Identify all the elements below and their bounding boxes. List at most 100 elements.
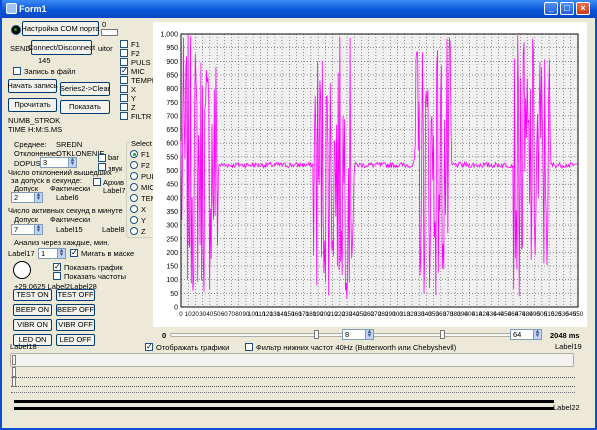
actual-label-1: Фактически — [50, 184, 91, 193]
zoom-right-spin[interactable]: 64 ▲ ▼ — [510, 329, 542, 340]
track-bar-1[interactable] — [10, 353, 574, 367]
filter-checkbox[interactable] — [245, 343, 253, 351]
minimize-button[interactable]: _ — [544, 2, 558, 15]
y-tick-label: 50 — [170, 291, 178, 298]
vibr-on-button[interactable]: VIBR ON — [13, 319, 52, 331]
spin-arrows-icon[interactable]: ▲ ▼ — [34, 224, 42, 234]
channel-puls-label: PULS — [131, 58, 151, 67]
count-label: 145 — [38, 56, 51, 65]
blink-checkbox[interactable]: ✓ — [70, 249, 78, 257]
close-button[interactable]: × — [576, 2, 590, 15]
bar-checkbox[interactable] — [98, 154, 106, 162]
spin-arrows-icon[interactable]: ▲ ▼ — [57, 248, 65, 258]
zoom-thumb-right[interactable] — [440, 330, 445, 339]
track-bar-2-thumb[interactable] — [12, 367, 16, 377]
channel-mic-checkbox[interactable]: ✓ — [120, 67, 128, 75]
channel-x-checkbox[interactable] — [120, 85, 128, 93]
show-graphs-checkbox[interactable]: ✓ — [145, 343, 153, 351]
show-freq-checkbox[interactable] — [53, 272, 61, 280]
dotted-divider — [11, 391, 575, 393]
select-z-radio[interactable] — [130, 227, 138, 235]
y-tick-label: 750 — [166, 100, 178, 107]
select-puls-radio[interactable] — [130, 172, 138, 180]
select-y-radio[interactable] — [130, 216, 138, 224]
show-graph-label: Показать график — [64, 263, 123, 272]
channel-z-checkbox[interactable] — [120, 103, 128, 111]
select-z-label: Z — [141, 227, 146, 236]
read-button[interactable]: Прочитать — [8, 98, 57, 112]
show-graph-checkbox[interactable]: ✓ — [53, 263, 61, 271]
select-f1-radio[interactable] — [130, 150, 138, 158]
y-tick-label: 300 — [166, 223, 178, 230]
label6: Label6 — [56, 193, 79, 202]
channel-f2-checkbox[interactable] — [120, 49, 128, 57]
beep-on-button[interactable]: BEEP ON — [13, 304, 52, 316]
select-f2-label: F2 — [141, 161, 150, 170]
show-graphs-label: Отображать графики — [156, 343, 230, 352]
analysis-spin[interactable]: 1 ▲ ▼ — [38, 248, 66, 259]
spin-arrows-icon[interactable]: ▲ ▼ — [68, 157, 76, 167]
track-bar-3[interactable] — [11, 380, 575, 387]
com-indicator — [11, 25, 21, 35]
title-bar[interactable]: Form1 _ □ × — [2, 0, 597, 18]
tolerance-spin-2[interactable]: 7 ▲ ▼ — [11, 224, 43, 235]
led-indicator — [13, 261, 31, 279]
level-bar-bottom — [14, 407, 554, 410]
record-to-file-checkbox[interactable] — [13, 67, 21, 75]
spin-arrows-icon[interactable]: ▲ ▼ — [533, 329, 541, 339]
level-bar-top — [14, 400, 554, 403]
select-x-radio[interactable] — [130, 205, 138, 213]
led-off-button[interactable]: LED OFF — [56, 334, 95, 346]
y-tick-label: 200 — [166, 250, 178, 257]
actual-label-2: Фактически — [50, 215, 91, 224]
channel-mic-label: MIC — [131, 67, 145, 76]
zero-label: 0 — [102, 20, 107, 29]
start-record-button[interactable]: Начать запись — [7, 79, 58, 93]
label7: Label7 — [103, 186, 126, 195]
test-on-button[interactable]: TEST ON — [13, 289, 52, 301]
test-off-button[interactable]: TEST OFF — [56, 289, 95, 301]
channel-f1-checkbox[interactable] — [120, 40, 128, 48]
com-settings-button[interactable]: Настройка СОМ порта — [21, 21, 100, 36]
bar-label: bar — [108, 153, 119, 162]
vibr-off-button[interactable]: VIBR OFF — [56, 319, 95, 331]
y-tick-label: 1,000 — [160, 32, 178, 39]
x-tick-label: 0 — [179, 311, 183, 318]
spin-arrows-icon[interactable]: ▲ ▼ — [365, 329, 373, 339]
y-tick-label: 250 — [166, 236, 178, 243]
channel-temper-checkbox[interactable] — [120, 76, 128, 84]
track-bar-3-thumb[interactable] — [12, 377, 16, 387]
series-clear-button[interactable]: Series2->Clear — [60, 82, 110, 96]
beep-off-button[interactable]: BEEP OFF — [56, 304, 95, 316]
show-button[interactable]: Показать — [60, 100, 110, 114]
select-f2-radio[interactable] — [130, 161, 138, 169]
blink-label: Мигать в маске — [81, 249, 135, 258]
zoom-left-spin[interactable]: 8 ▲ ▼ — [342, 329, 374, 340]
numb-strok-label: NUMB_STROK — [8, 116, 61, 125]
archive-checkbox[interactable] — [93, 178, 101, 186]
connect-button[interactable]: Connect/Disconnect — [28, 40, 95, 55]
channel-filtr-checkbox[interactable] — [120, 112, 128, 120]
small-progress — [101, 29, 118, 36]
tolerance-spin-1[interactable]: 2 ▲ ▼ — [11, 192, 43, 203]
track-bar-2[interactable] — [11, 371, 575, 378]
y-tick-label: 350 — [166, 209, 178, 216]
dopusk-spin[interactable]: 3 ▲ ▼ — [40, 157, 77, 168]
maximize-button[interactable]: □ — [560, 2, 574, 15]
time-label: TIME H:M:S.MS — [8, 125, 63, 134]
zoom-thumb-left[interactable] — [314, 330, 319, 339]
channel-y-checkbox[interactable] — [120, 94, 128, 102]
track-bar-1-thumb[interactable] — [12, 355, 16, 365]
label15: Label15 — [56, 225, 83, 234]
y-tick-label: 900 — [166, 59, 178, 66]
y-tick-label: 100 — [166, 277, 178, 284]
select-mic-radio[interactable] — [130, 183, 138, 191]
label18: Label18 — [10, 342, 37, 351]
y-tick-label: 400 — [166, 195, 178, 202]
spin-arrows-icon[interactable]: ▲ ▼ — [34, 192, 42, 202]
right-value: 2048 ms — [550, 331, 580, 340]
channel-puls-checkbox[interactable] — [120, 58, 128, 66]
y-tick-label: 600 — [166, 141, 178, 148]
show-freq-label: Показать частоты — [64, 272, 126, 281]
select-temp-radio[interactable] — [130, 194, 138, 202]
